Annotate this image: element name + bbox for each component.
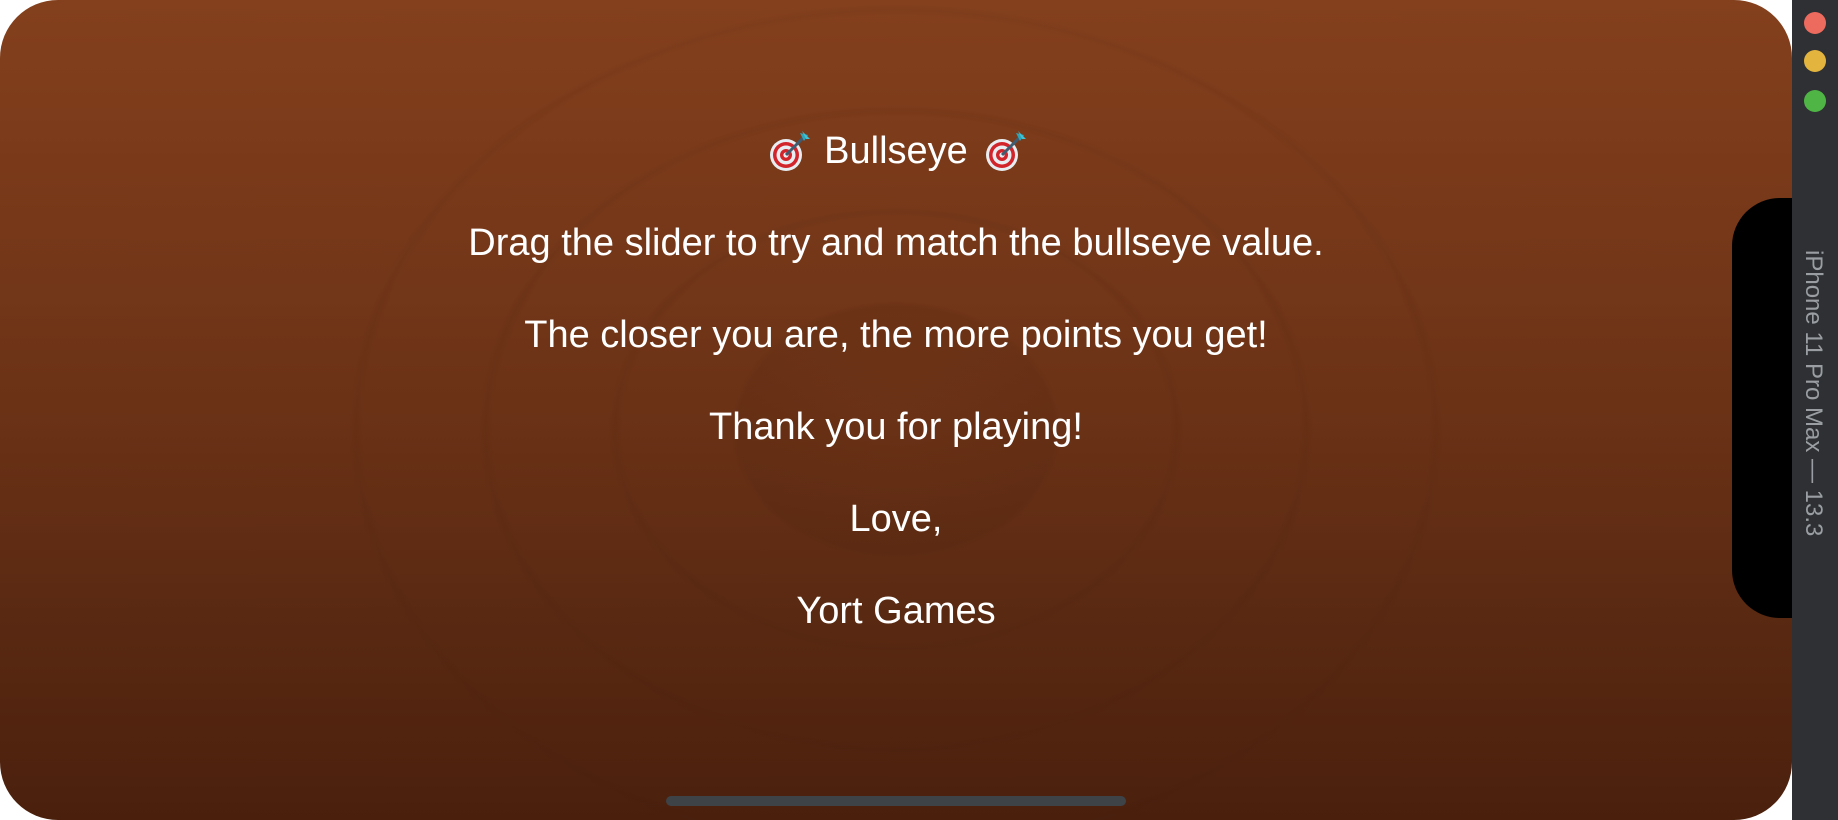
device-notch: [1732, 198, 1792, 618]
device-label: iPhone 11 Pro Max — 13.3: [1800, 250, 1827, 537]
zoom-window-button[interactable]: [1804, 90, 1826, 112]
scoring-text: The closer you are, the more points you …: [524, 314, 1268, 356]
device-screen: Bullseye Drag the slider to try and matc…: [0, 0, 1792, 820]
page-title: Bullseye: [824, 130, 968, 172]
simulator-window: Bullseye Drag the slider to try and matc…: [0, 0, 1838, 820]
dart-target-icon: [770, 131, 811, 171]
title-row: Bullseye: [0, 128, 1792, 220]
thanks-text: Thank you for playing!: [709, 406, 1083, 448]
instruction-text: Drag the slider to try and match the bul…: [468, 222, 1324, 264]
minimize-window-button[interactable]: [1804, 50, 1826, 72]
about-content: Bullseye Drag the slider to try and matc…: [0, 128, 1792, 680]
home-indicator[interactable]: [666, 796, 1126, 806]
simulator-sidebar: iPhone 11 Pro Max — 13.3: [1792, 0, 1838, 820]
dart-target-icon: [985, 131, 1026, 171]
author-text: Yort Games: [796, 590, 996, 632]
close-window-button[interactable]: [1804, 12, 1826, 34]
signoff-text: Love,: [849, 498, 943, 540]
